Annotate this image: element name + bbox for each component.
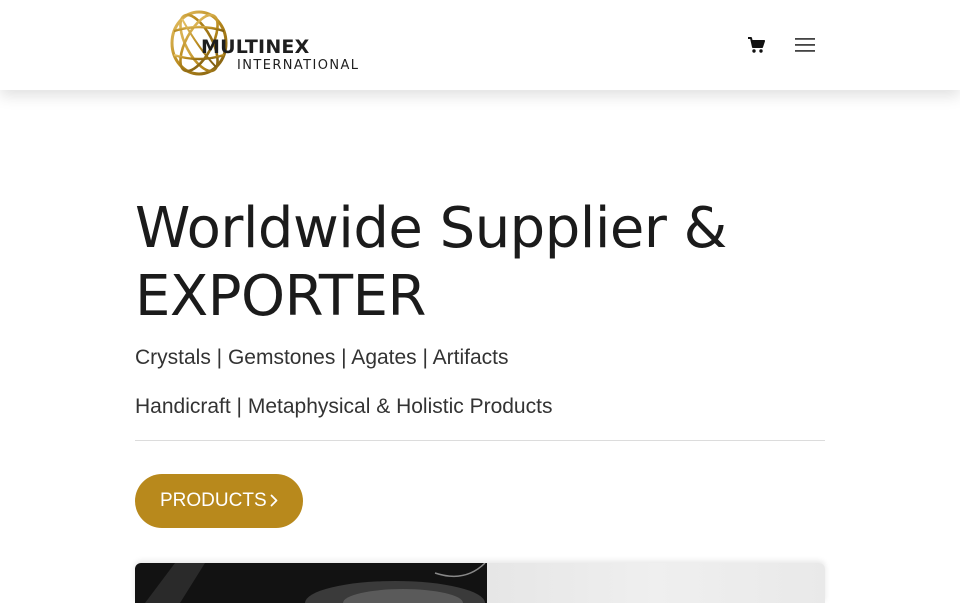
products-button[interactable]: PRODUCTS bbox=[135, 474, 303, 528]
hero-content: Worldwide Supplier & EXPORTER Crystals |… bbox=[135, 195, 825, 422]
header-actions bbox=[747, 33, 819, 57]
brand-subtitle: INTERNATIONAL bbox=[237, 58, 360, 73]
hero-image-light-panel bbox=[487, 563, 825, 603]
products-button-label: PRODUCTS bbox=[160, 490, 267, 511]
shopping-cart-icon[interactable] bbox=[747, 36, 765, 54]
chevron-right-icon bbox=[270, 494, 278, 507]
hero-image bbox=[135, 563, 825, 603]
hero-title-line1: Worldwide Supplier & bbox=[135, 196, 727, 261]
hero-subtitle-categories: Crystals | Gemstones | Agates | Artifact… bbox=[135, 346, 509, 369]
hero-subtitle-products: Handicraft | Metaphysical & Holistic Pro… bbox=[135, 395, 553, 418]
hamburger-menu-icon[interactable] bbox=[794, 35, 816, 55]
hero-image-detail bbox=[145, 563, 486, 603]
hero-image-dark-panel bbox=[135, 563, 487, 603]
hero-title-line2: EXPORTER bbox=[135, 264, 426, 329]
hero-title: Worldwide Supplier & EXPORTER bbox=[135, 195, 825, 331]
brand-name: MULTINEX bbox=[201, 36, 310, 58]
site-header: MULTINEX INTERNATIONAL bbox=[0, 0, 960, 90]
brand-logo[interactable]: MULTINEX INTERNATIONAL bbox=[170, 9, 370, 77]
divider bbox=[135, 440, 825, 441]
